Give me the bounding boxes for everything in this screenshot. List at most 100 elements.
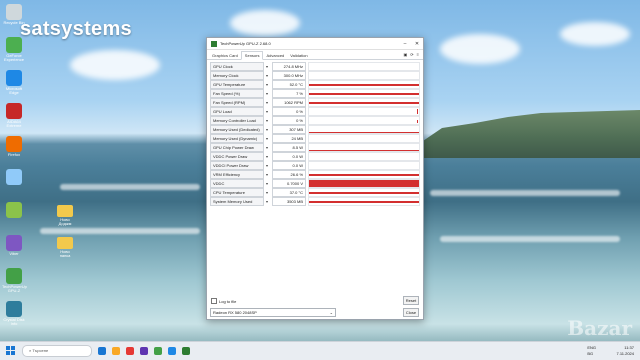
sensor-row: GPU Temperature ▾ 52.0 °C [210, 80, 420, 89]
sensor-graph [308, 170, 420, 179]
sensor-graph-line [309, 174, 419, 176]
sensor-graph-line [309, 180, 419, 187]
folder-label: Ново папка [59, 249, 71, 259]
taskbar-app-icon[interactable] [98, 347, 106, 355]
clock[interactable]: 11:37 7.11.2024 [617, 345, 635, 357]
desktop-icon[interactable]: Firefox [2, 136, 26, 157]
sensor-graph [308, 179, 420, 188]
sensor-value: 37.0 °C [272, 188, 306, 197]
sensor-graph [308, 116, 420, 125]
reset-button[interactable]: Reset [403, 296, 419, 305]
app-icon [6, 301, 22, 317]
sensor-value: 300.0 MHz [272, 71, 306, 80]
sensor-dropdown-icon[interactable]: ▾ [264, 64, 270, 69]
start-button[interactable] [6, 346, 15, 355]
sensor-dropdown-icon[interactable]: ▾ [264, 154, 270, 159]
sensor-dropdown-icon[interactable]: ▾ [264, 145, 270, 150]
tab-bar: Graphics Card Sensors Advanced Validatio… [207, 50, 423, 60]
desktop-icon[interactable] [2, 202, 26, 219]
desktop-icon[interactable]: TechPowerUp GPU-Z [2, 268, 27, 294]
language-indicator[interactable]: ENG BG [587, 345, 596, 357]
sensor-dropdown-icon[interactable]: ▾ [264, 136, 270, 141]
sensor-row: VDDC Power Draw ▾ 0.0 W [210, 152, 420, 161]
sensor-dropdown-icon[interactable]: ▾ [264, 118, 270, 123]
close-button[interactable]: Close [403, 308, 419, 317]
sensor-graph [308, 125, 420, 134]
sensor-dropdown-icon[interactable]: ▾ [264, 109, 270, 114]
desktop-folder-2[interactable]: Ново папка [52, 237, 78, 259]
log-to-file-checkbox[interactable]: Log to file [211, 298, 236, 304]
folder-icon [57, 205, 73, 217]
sensor-dropdown-icon[interactable]: ▾ [264, 127, 270, 132]
sensor-graph [308, 143, 420, 152]
sensor-graph [308, 62, 420, 71]
refresh-icon[interactable]: ⟳ [410, 52, 413, 57]
sensor-dropdown-icon[interactable]: ▾ [264, 163, 270, 168]
desktop-folder-1[interactable]: Ново Доджм [52, 205, 78, 227]
sensor-label: GPU Chip Power Draw [210, 143, 264, 152]
sensor-label: VDDC Power Draw [210, 152, 264, 161]
desktop-icon[interactable]: Microsoft Edge [2, 70, 26, 96]
desktop-icon[interactable]: Recycle Bin [2, 4, 26, 25]
sensor-graph [308, 152, 420, 161]
wave-foam [60, 184, 200, 190]
search-placeholder: Търсене [32, 348, 49, 353]
desktop-icon-label: Microsoft Edge [5, 86, 23, 96]
tab-sensors[interactable]: Sensors [240, 51, 264, 60]
sensor-graph [308, 161, 420, 170]
sensor-dropdown-icon[interactable]: ▾ [264, 172, 270, 177]
sensor-row: Memory Clock ▾ 300.0 MHz [210, 71, 420, 80]
wave-foam [40, 228, 200, 234]
close-window-button[interactable]: ✕ [411, 41, 423, 47]
minimize-button[interactable]: – [399, 41, 411, 47]
sensor-value: 7 % [272, 89, 306, 98]
sensor-graph [308, 134, 420, 143]
tab-validation[interactable]: Validation [287, 52, 310, 59]
sensor-dropdown-icon[interactable]: ▾ [264, 190, 270, 195]
folder-icon [57, 237, 73, 249]
sensor-label: VRM Efficiency [210, 170, 264, 179]
sensor-graph-line [309, 150, 419, 151]
taskbar-app-icon[interactable] [182, 347, 190, 355]
desktop-icon[interactable]: Crystal Disk Info [2, 301, 26, 327]
taskbar-app-icon[interactable] [126, 347, 134, 355]
taskbar-app-icon[interactable] [112, 347, 120, 355]
sensor-label: CPU Temperature [210, 188, 264, 197]
sensor-dropdown-icon[interactable]: ▾ [264, 82, 270, 87]
desktop-icon[interactable]: GeForce Experience [2, 37, 26, 63]
cloud [440, 34, 520, 64]
gpu-select[interactable]: Radeon RX 580 2048SP ⌄ [210, 308, 336, 317]
sensor-row: VDDCI Power Draw ▾ 0.0 W [210, 161, 420, 170]
sensor-dropdown-icon[interactable]: ▾ [264, 181, 270, 186]
sensor-label: VDDCI Power Draw [210, 161, 264, 170]
sensor-value: 26.6 % [272, 170, 306, 179]
sensor-graph [308, 98, 420, 107]
sensor-dropdown-icon[interactable]: ▾ [264, 91, 270, 96]
sensor-row: GPU Clock ▾ 274.8 MHz [210, 62, 420, 71]
tab-advanced[interactable]: Advanced [263, 52, 287, 59]
taskbar-search-input[interactable]: ⌕ Търсене [22, 345, 92, 357]
gpu-select-value: Radeon RX 580 2048SP [213, 310, 257, 315]
desktop-icon[interactable] [2, 169, 26, 186]
sensor-value: 8.5 W [272, 143, 306, 152]
sensor-dropdown-icon[interactable]: ▾ [264, 73, 270, 78]
sensor-graph [308, 197, 420, 206]
sensor-dropdown-icon[interactable]: ▾ [264, 100, 270, 105]
screenshot-icon[interactable]: ▣ [404, 52, 408, 57]
taskbar: ⌕ Търсене ENG BG 11:37 7.11.2024 [0, 341, 640, 360]
taskbar-app-icon[interactable] [154, 347, 162, 355]
sensor-graph-line [309, 192, 419, 194]
tab-graphics-card[interactable]: Graphics Card [209, 52, 241, 59]
desktop-icon[interactable]: Viber [2, 235, 26, 256]
sensor-label: Fan Speed (%) [210, 89, 264, 98]
title-bar[interactable]: TechPowerUp GPU-Z 2.68.0 – ✕ [207, 38, 423, 50]
menu-icon[interactable]: ≡ [417, 52, 419, 57]
taskbar-app-icon[interactable] [168, 347, 176, 355]
sensor-graph [308, 188, 420, 197]
desktop-icon[interactable]: AIDA64 Extreme [2, 103, 26, 129]
sensor-dropdown-icon[interactable]: ▾ [264, 199, 270, 204]
checkbox-box[interactable] [211, 298, 217, 304]
taskbar-app-icon[interactable] [140, 347, 148, 355]
sensor-list: GPU Clock ▾ 274.8 MHz Memory Clock ▾ 300.0 MH… [207, 60, 423, 206]
sensor-graph [308, 71, 420, 80]
